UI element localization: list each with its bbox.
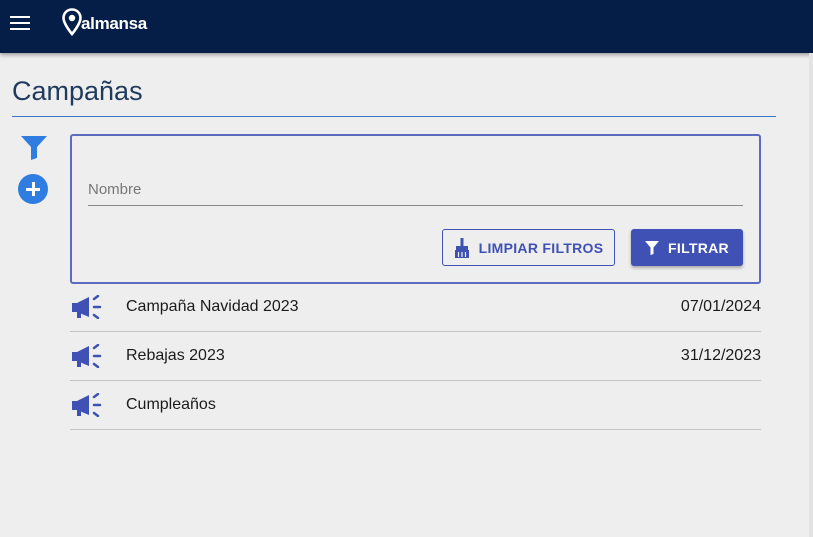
megaphone-icon (72, 344, 102, 368)
top-app-bar: almansa (0, 0, 813, 53)
funnel-icon[interactable] (21, 136, 47, 160)
list-item[interactable]: Campaña Navidad 2023 07/01/2024 (70, 283, 761, 332)
clear-filters-button[interactable]: LIMPIAR FILTROS (442, 229, 615, 266)
campaign-name: Campaña Navidad 2023 (126, 298, 299, 315)
app-logo[interactable]: almansa (62, 7, 147, 37)
name-filter-input[interactable] (88, 174, 743, 206)
list-item[interactable]: Rebajas 2023 31/12/2023 (70, 332, 761, 381)
location-pin-icon (62, 8, 82, 36)
campaign-name: Rebajas 2023 (126, 347, 225, 364)
filter-button[interactable]: FILTRAR (631, 229, 743, 266)
filter-panel: LIMPIAR FILTROS FILTRAR (70, 134, 761, 284)
broom-icon (454, 237, 469, 258)
clear-filters-label: LIMPIAR FILTROS (478, 239, 604, 256)
page-title: Campañas (12, 76, 143, 106)
campaign-list: Campaña Navidad 2023 07/01/2024 Rebajas … (70, 283, 761, 430)
filter-button-label: FILTRAR (668, 239, 729, 256)
brand-name: almansa (81, 14, 147, 33)
campaign-date: 31/12/2023 (680, 347, 761, 364)
megaphone-icon (72, 295, 102, 319)
funnel-icon (645, 240, 660, 255)
hamburger-menu-icon[interactable] (10, 15, 30, 31)
campaign-name: Cumpleaños (126, 396, 216, 413)
campaign-date: 07/01/2024 (680, 298, 761, 315)
megaphone-icon (72, 393, 102, 417)
list-item[interactable]: Cumpleaños (70, 381, 761, 430)
plus-circle-icon[interactable] (18, 174, 48, 204)
scrollbar[interactable] (809, 53, 813, 537)
title-divider (12, 116, 776, 117)
